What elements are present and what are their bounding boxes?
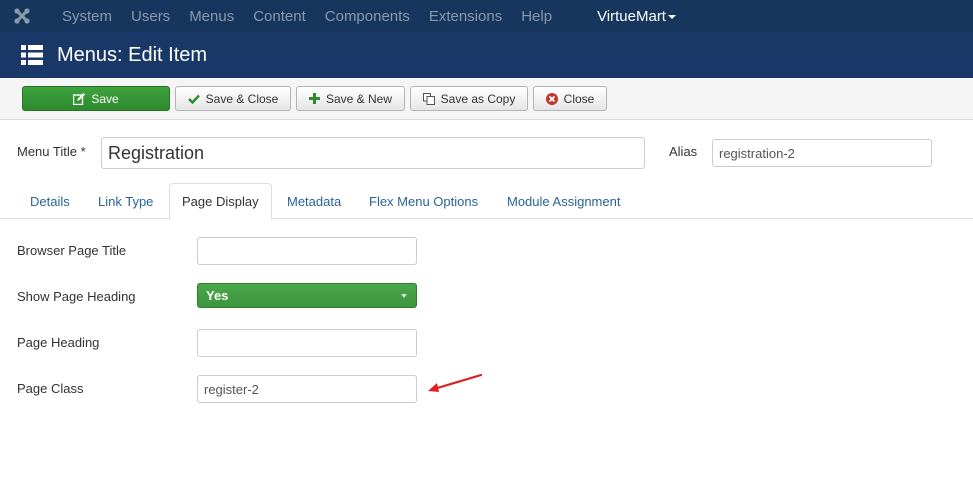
- joomla-logo-icon[interactable]: [0, 0, 44, 32]
- nav-help[interactable]: Help: [521, 8, 552, 25]
- save-close-label: Save & Close: [205, 91, 279, 106]
- nav-content[interactable]: Content: [253, 8, 306, 25]
- page-class-label: Page Class: [17, 381, 84, 396]
- show-page-heading-label: Show Page Heading: [17, 289, 136, 304]
- nav-virtuemart-label: VirtueMart: [597, 7, 666, 25]
- top-navbar: System Users Menus Content Components Ex…: [0, 0, 973, 32]
- save-button-label: Save: [91, 91, 119, 106]
- tab-page-display[interactable]: Page Display: [169, 183, 272, 220]
- browser-page-title-label: Browser Page Title: [17, 243, 127, 258]
- tab-link-type[interactable]: Link Type: [98, 183, 153, 219]
- list-icon: [21, 45, 43, 65]
- toolbar: Save Save & Close Save & New Save as Cop…: [0, 78, 973, 120]
- show-page-heading-select[interactable]: Yes: [197, 283, 417, 308]
- tab-details[interactable]: Details: [30, 183, 70, 219]
- annotation-arrow-icon: [428, 373, 483, 392]
- tab-metadata[interactable]: Metadata: [287, 183, 341, 219]
- show-page-heading-value: Yes: [206, 288, 229, 303]
- nav-virtuemart[interactable]: VirtueMart: [597, 8, 676, 25]
- close-icon: [545, 92, 558, 105]
- tab-flex-menu-options[interactable]: Flex Menu Options: [369, 183, 478, 219]
- page-title: Menus: Edit Item: [57, 43, 208, 66]
- tab-module-assignment[interactable]: Module Assignment: [507, 183, 620, 219]
- save-as-copy-label: Save as Copy: [440, 91, 516, 106]
- alias-label: Alias: [669, 144, 698, 159]
- nav-components[interactable]: Components: [325, 8, 410, 25]
- menu-title-label: Menu Title *: [17, 144, 86, 159]
- save-new-button[interactable]: Save & New: [296, 86, 405, 111]
- close-label: Close: [563, 91, 595, 106]
- edit-icon: [73, 92, 86, 105]
- close-button[interactable]: Close: [533, 86, 607, 111]
- nav-menus[interactable]: Menus: [189, 8, 234, 25]
- save-button[interactable]: Save: [22, 86, 170, 111]
- plus-icon: [308, 93, 320, 104]
- caret-down-icon: [667, 14, 676, 19]
- nav-users[interactable]: Users: [131, 8, 170, 25]
- save-as-copy-button[interactable]: Save as Copy: [410, 86, 528, 111]
- save-new-label: Save & New: [325, 91, 393, 106]
- alias-input[interactable]: registration-2: [712, 139, 932, 167]
- page-heading-input[interactable]: [197, 329, 417, 357]
- check-icon: [187, 94, 200, 104]
- tab-bar: Details Link Type Page Display Metadata …: [0, 183, 973, 220]
- page-heading-label: Page Heading: [17, 335, 100, 350]
- nav-extensions[interactable]: Extensions: [429, 8, 502, 25]
- chevron-down-icon: [401, 294, 407, 298]
- menu-title-input[interactable]: Registration: [101, 137, 645, 169]
- page-class-input[interactable]: register-2: [197, 375, 417, 403]
- copy-icon: [422, 92, 435, 105]
- save-close-button[interactable]: Save & Close: [175, 86, 291, 111]
- nav-system[interactable]: System: [62, 8, 112, 25]
- browser-page-title-input[interactable]: [197, 237, 417, 265]
- page-header: Menus: Edit Item: [0, 32, 973, 78]
